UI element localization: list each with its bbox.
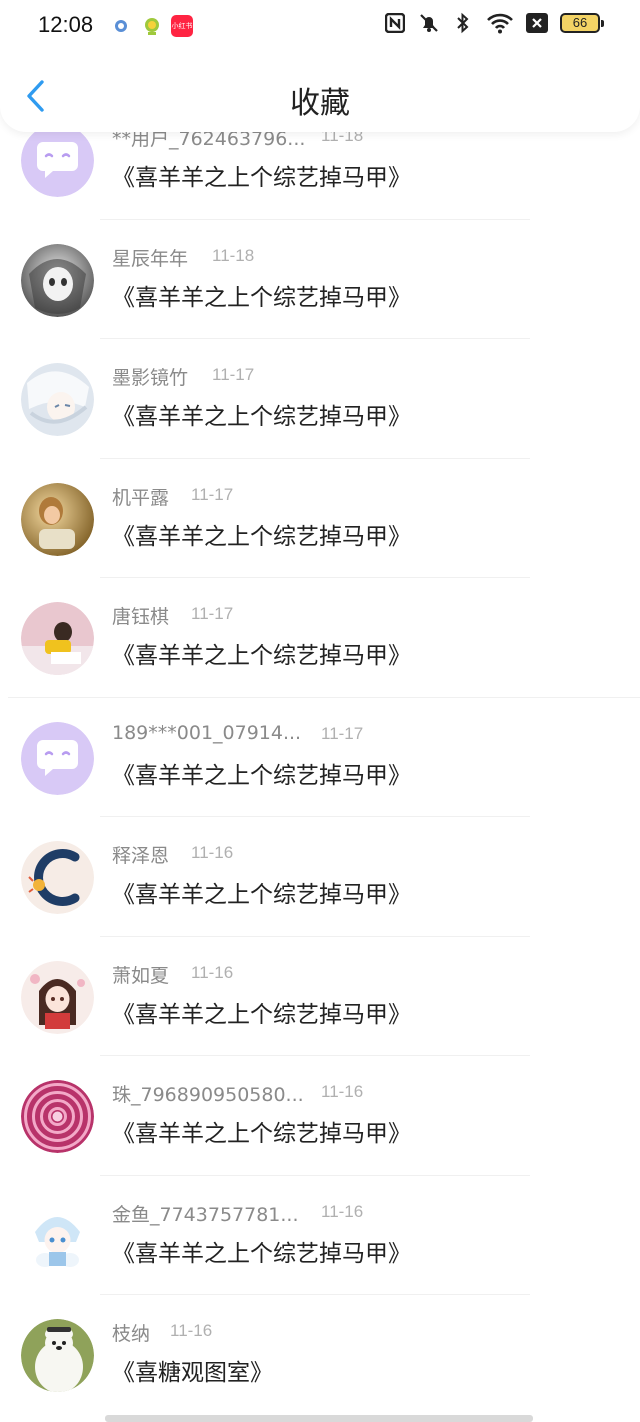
- username: 机平露: [112, 486, 170, 509]
- date: 11-17: [191, 484, 234, 504]
- username: 唐钰棋: [112, 606, 170, 628]
- post-title: 《喜羊羊之上个综艺掉马甲》: [112, 1121, 411, 1147]
- avatar: [21, 602, 94, 675]
- item-meta: 墨影镜竹 11-17: [112, 363, 612, 391]
- username: 墨影镜竹: [112, 367, 189, 389]
- avatar: [21, 1199, 94, 1273]
- clock: 12:08: [38, 12, 94, 37]
- list-item[interactable]: 枝纳 11-16 《喜糖观图室》: [0, 1295, 640, 1415]
- item-meta: 金鱼_7743757781... 11-16: [112, 1200, 612, 1228]
- xiaohongshu-app-icon: 小红书: [171, 15, 193, 37]
- list-item[interactable]: 珠_796890950580... 11-16 《喜羊羊之上个综艺掉马甲》: [0, 1056, 640, 1176]
- date: 11-18: [212, 245, 255, 265]
- date: 11-17: [321, 723, 364, 743]
- list-item[interactable]: 金鱼_7743757781... 11-16 《喜羊羊之上个综艺掉马甲》: [0, 1176, 640, 1295]
- item-meta: 189***001_07914... 11-17: [112, 722, 612, 750]
- nfc-icon: [384, 12, 406, 34]
- list-item[interactable]: 星辰年年 11-18 《喜羊羊之上个综艺掉马甲》: [0, 220, 640, 339]
- page-title: 收藏: [290, 86, 350, 121]
- app-notification-2-icon: [141, 15, 163, 37]
- avatar: [21, 841, 94, 914]
- post-title: 《喜羊羊之上个综艺掉马甲》: [112, 643, 411, 669]
- item-meta: 释泽恩 11-16: [112, 841, 612, 869]
- app-notification-1-icon: [110, 15, 132, 37]
- item-meta: 萧如夏 11-16: [112, 961, 612, 989]
- date: 11-16: [170, 1321, 213, 1340]
- item-meta: 枝纳 11-16: [112, 1319, 612, 1347]
- date: 11-17: [212, 365, 255, 384]
- post-title: 《喜羊羊之上个综艺掉马甲》: [112, 284, 411, 311]
- bluetooth-icon: [452, 12, 474, 34]
- status-bar: 12:08 小红书 66: [0, 0, 640, 52]
- username: 星辰年年: [112, 247, 189, 270]
- post-title: 《喜羊羊之上个综艺掉马甲》: [112, 523, 411, 550]
- list-item[interactable]: 唐钰棋 11-17 《喜羊羊之上个综艺掉马甲》: [0, 578, 640, 698]
- avatar: [21, 243, 94, 317]
- username: 萧如夏: [112, 964, 170, 987]
- list-item[interactable]: 墨影镜竹 11-17 《喜羊羊之上个综艺掉马甲》: [0, 339, 640, 459]
- username: 金鱼_7743757781...: [112, 1203, 299, 1226]
- avatar: [21, 482, 94, 556]
- post-title: 《喜羊羊之上个综艺掉马甲》: [112, 1240, 411, 1267]
- list-item[interactable]: 萧如夏 11-16 《喜羊羊之上个综艺掉马甲》: [0, 937, 640, 1056]
- list-item[interactable]: 机平露 11-17 《喜羊羊之上个综艺掉马甲》: [0, 459, 640, 578]
- post-title: 《喜羊羊之上个综艺掉马甲》: [112, 404, 411, 430]
- post-title: 《喜羊羊之上个综艺掉马甲》: [112, 165, 411, 191]
- list-item[interactable]: 189***001_07914... 11-17 《喜羊羊之上个综艺掉马甲》: [0, 698, 640, 817]
- username: 释泽恩: [112, 845, 170, 867]
- home-indicator[interactable]: [105, 1415, 533, 1422]
- item-meta: 机平露 11-17: [112, 483, 612, 511]
- wifi-icon: [486, 12, 514, 34]
- header-bar: 收藏: [0, 52, 640, 132]
- username: 珠_796890950580...: [112, 1084, 304, 1106]
- post-title: 《喜羊羊之上个综艺掉马甲》: [112, 882, 411, 908]
- mute-bell-icon: [418, 12, 440, 34]
- avatar: [21, 1319, 94, 1392]
- avatar: [21, 960, 94, 1034]
- item-meta: 星辰年年 11-18: [112, 244, 612, 272]
- avatar: [21, 124, 94, 197]
- favorites-list: **用户_762463796... 11-18 《喜羊羊之上个综艺掉马甲》 星辰…: [0, 100, 640, 1415]
- username: 枝纳: [112, 1323, 151, 1345]
- date: 11-17: [191, 604, 234, 623]
- avatar: [21, 1080, 94, 1153]
- sim-off-icon: [526, 12, 548, 34]
- username: 189***001_07914...: [112, 721, 302, 744]
- post-title: 《喜羊羊之上个综艺掉马甲》: [112, 762, 411, 789]
- avatar: [21, 363, 94, 436]
- date: 11-16: [321, 1082, 364, 1101]
- date: 11-16: [191, 843, 234, 862]
- item-meta: 唐钰棋 11-17: [112, 602, 612, 630]
- date: 11-16: [321, 1201, 364, 1221]
- date: 11-16: [191, 962, 234, 982]
- post-title: 《喜糖观图室》: [112, 1360, 273, 1386]
- list-item[interactable]: 释泽恩 11-16 《喜羊羊之上个综艺掉马甲》: [0, 817, 640, 937]
- battery-icon: 66: [560, 13, 604, 33]
- item-meta: 珠_796890950580... 11-16: [112, 1080, 612, 1108]
- post-title: 《喜羊羊之上个综艺掉马甲》: [112, 1001, 411, 1028]
- avatar: [21, 721, 94, 795]
